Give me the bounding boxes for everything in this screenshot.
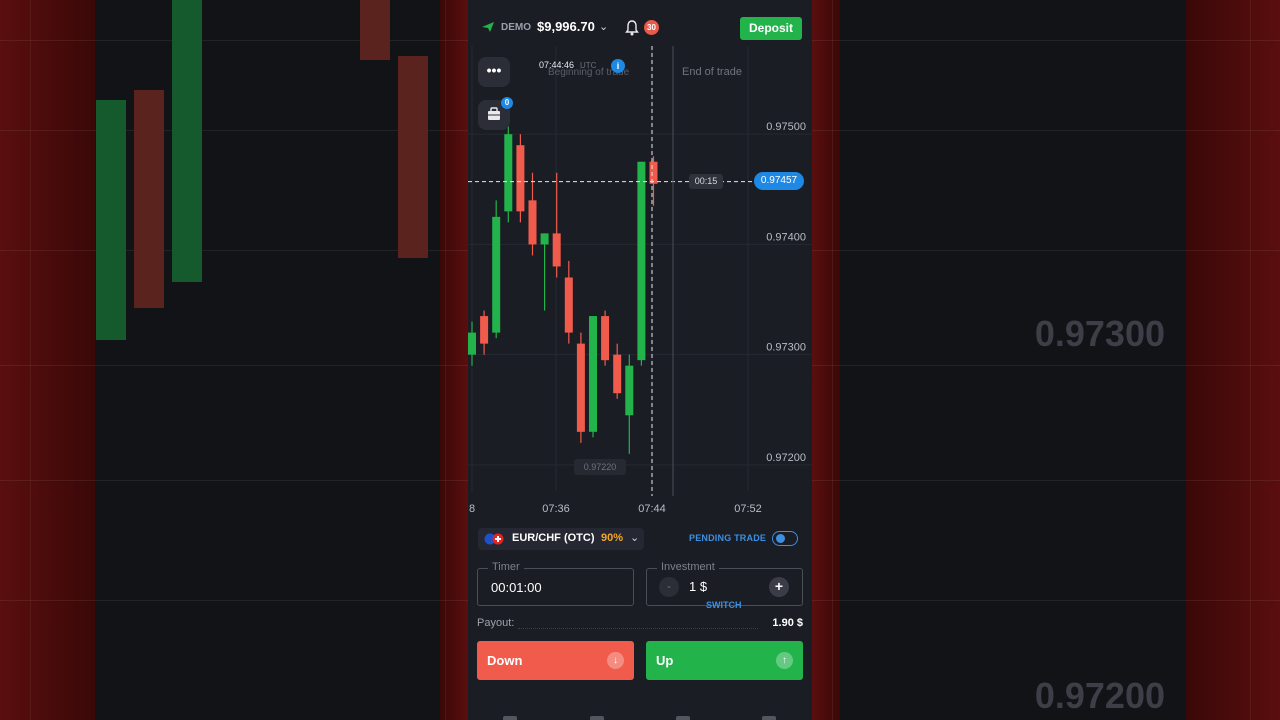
time-axis-label: 07:44 [638,503,666,515]
more-menu-button[interactable]: ••• [478,57,510,87]
up-button-label: Up [656,653,674,668]
candle-body [637,161,646,361]
candle-body [613,354,622,394]
balance-value[interactable]: $9,996.70 [537,19,595,34]
price-axis-label: 0.97300 [766,342,806,354]
timezone-label: UTC [580,61,597,70]
background-right: 0.97300 0.97200 [812,0,1280,720]
portfolio-badge: 0 [501,97,513,109]
bottom-nav [468,712,812,720]
switch-currency-link[interactable]: SWITCH [706,600,742,610]
investment-minus-button[interactable]: - [659,577,679,597]
info-icon[interactable]: i [611,59,625,73]
chevron-down-icon[interactable]: ⌄ [599,20,608,33]
countdown-badge: 00:15 [689,174,723,189]
candle-body [492,216,501,333]
demo-plane-icon [482,22,494,32]
pending-trade-label: PENDING TRADE [689,533,767,543]
trading-app: DEMO $9,996.70 ⌄ 30 Deposit 0.97500 0.974… [468,0,812,720]
up-button[interactable]: Up ↑ [646,641,803,680]
top-bar: DEMO $9,996.70 ⌄ 30 Deposit [468,10,812,46]
arrow-up-icon: ↑ [776,652,793,669]
deposit-button[interactable]: Deposit [740,17,802,40]
pending-trade-toggle[interactable] [772,531,798,546]
candle-body [552,233,561,267]
candle-body [480,316,489,344]
nav-item-2[interactable] [590,716,604,720]
price-axis-label: 0.97500 [766,121,806,133]
time-axis-label: 07:36 [542,503,570,515]
background-price-1: 0.97300 [1034,313,1165,354]
candle-body [576,343,585,432]
end-of-trade-label: End of trade [682,66,742,78]
candle-body [540,233,549,245]
nav-item-3[interactable] [676,716,690,720]
candle-body [625,365,634,416]
payout-divider [518,628,758,629]
asset-name: EUR/CHF (OTC) [512,532,595,544]
candle-body [589,316,597,432]
investment-label: Investment [657,561,719,573]
current-time: 07:44:46 [539,60,575,70]
background-price-2: 0.97200 [1034,675,1165,716]
candle-body [516,145,525,212]
nav-item-4[interactable] [762,716,776,720]
eur-chf-flag-icon [484,533,504,545]
candle-body [468,332,476,355]
account-mode-label[interactable]: DEMO [501,22,531,33]
asset-payout-percent: 90% [601,532,624,544]
time-axis-label: 07:52 [734,503,762,515]
timer-label: Timer [488,561,524,573]
down-button[interactable]: Down ↓ [477,641,634,680]
candle-body [649,161,658,184]
candle-body [564,277,573,333]
timer-value[interactable]: 00:01:00 [491,580,542,595]
candle-body [504,134,513,212]
price-chart[interactable]: 0.97500 0.97400 0.97300 0.97200 8 07:36 07:44 0… [468,46,812,520]
payout-label: Payout: [477,617,515,629]
current-price-badge: 0.97457 [754,172,804,190]
asset-selector[interactable]: EUR/CHF (OTC) 90% ⌄ [478,528,644,550]
time-axis-label: 8 [469,503,475,515]
bell-icon[interactable] [625,20,639,36]
price-axis-label: 0.97400 [766,231,806,243]
candlestick-chart: 0.97500 0.97400 0.97300 0.97200 8 07:36 07:44 0… [468,46,812,515]
candle-body [528,200,537,245]
investment-plus-button[interactable]: + [769,577,789,597]
arrow-down-icon: ↓ [607,652,624,669]
low-price-badge: 0.97220 [574,459,626,475]
background-left [0,0,468,720]
down-button-label: Down [487,653,523,668]
candle-body [601,316,610,361]
nav-item-trade[interactable] [503,716,517,720]
notification-badge: 30 [644,20,659,35]
chevron-down-icon: ⌄ [630,532,640,544]
timer-field[interactable]: Timer 00:01:00 [477,561,634,606]
price-axis-label: 0.97200 [766,452,806,464]
payout-value: 1.90 $ [772,617,803,629]
investment-value[interactable]: 1 $ [689,579,707,594]
